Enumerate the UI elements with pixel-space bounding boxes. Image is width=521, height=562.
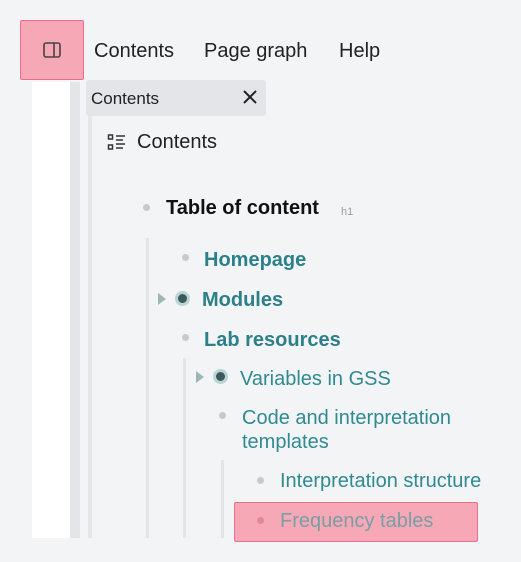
toc-item-code-and-interpretation[interactable]: Code and interpretation: [242, 406, 451, 430]
menu-contents[interactable]: Contents: [94, 39, 174, 63]
tab-label: Contents: [91, 89, 160, 108]
collapsed-node-icon[interactable]: [175, 291, 190, 306]
panel-title: Contents: [137, 131, 218, 153]
bullet-dot: [182, 254, 189, 261]
close-icon[interactable]: [240, 87, 260, 107]
heading-level-tag: h1: [341, 206, 354, 218]
toc-heading: Table of content: [166, 197, 319, 219]
sidebar-panel-icon: [43, 42, 61, 58]
tab-contents[interactable]: Contents: [86, 80, 266, 116]
bullet-dot: [257, 517, 264, 524]
bullet-dot: [182, 334, 189, 341]
toc-item-interpretation-structure[interactable]: Interpretation structure: [280, 469, 481, 493]
expand-caret-icon[interactable]: [158, 293, 166, 305]
indent-guide: [146, 238, 149, 538]
bullet-dot: [257, 477, 264, 484]
indent-guide: [221, 460, 224, 538]
panel-rail: [70, 82, 80, 538]
menu-page-graph[interactable]: Page graph: [204, 39, 307, 63]
toc-item-homepage[interactable]: Homepage: [204, 248, 306, 272]
toc-item-frequency-tables[interactable]: Frequency tables: [280, 509, 433, 533]
sidebar-toggle-button[interactable]: [20, 20, 84, 80]
toc-item-lab-resources[interactable]: Lab resources: [204, 328, 341, 352]
list-outline-icon: [107, 134, 125, 150]
panel-inner-rail: [88, 115, 92, 538]
bullet-dot: [219, 412, 226, 419]
menu-help[interactable]: Help: [339, 39, 380, 63]
indent-guide: [183, 358, 186, 538]
left-margin-strip: [32, 82, 70, 538]
toc-item-code-and-interpretation-cont[interactable]: templates: [242, 430, 329, 454]
expand-caret-icon[interactable]: [196, 371, 204, 383]
toc-item-variables-in-gss[interactable]: Variables in GSS: [240, 367, 391, 391]
collapsed-node-icon[interactable]: [213, 369, 228, 384]
toc-item-modules[interactable]: Modules: [202, 288, 283, 312]
bullet-dot: [143, 204, 150, 211]
